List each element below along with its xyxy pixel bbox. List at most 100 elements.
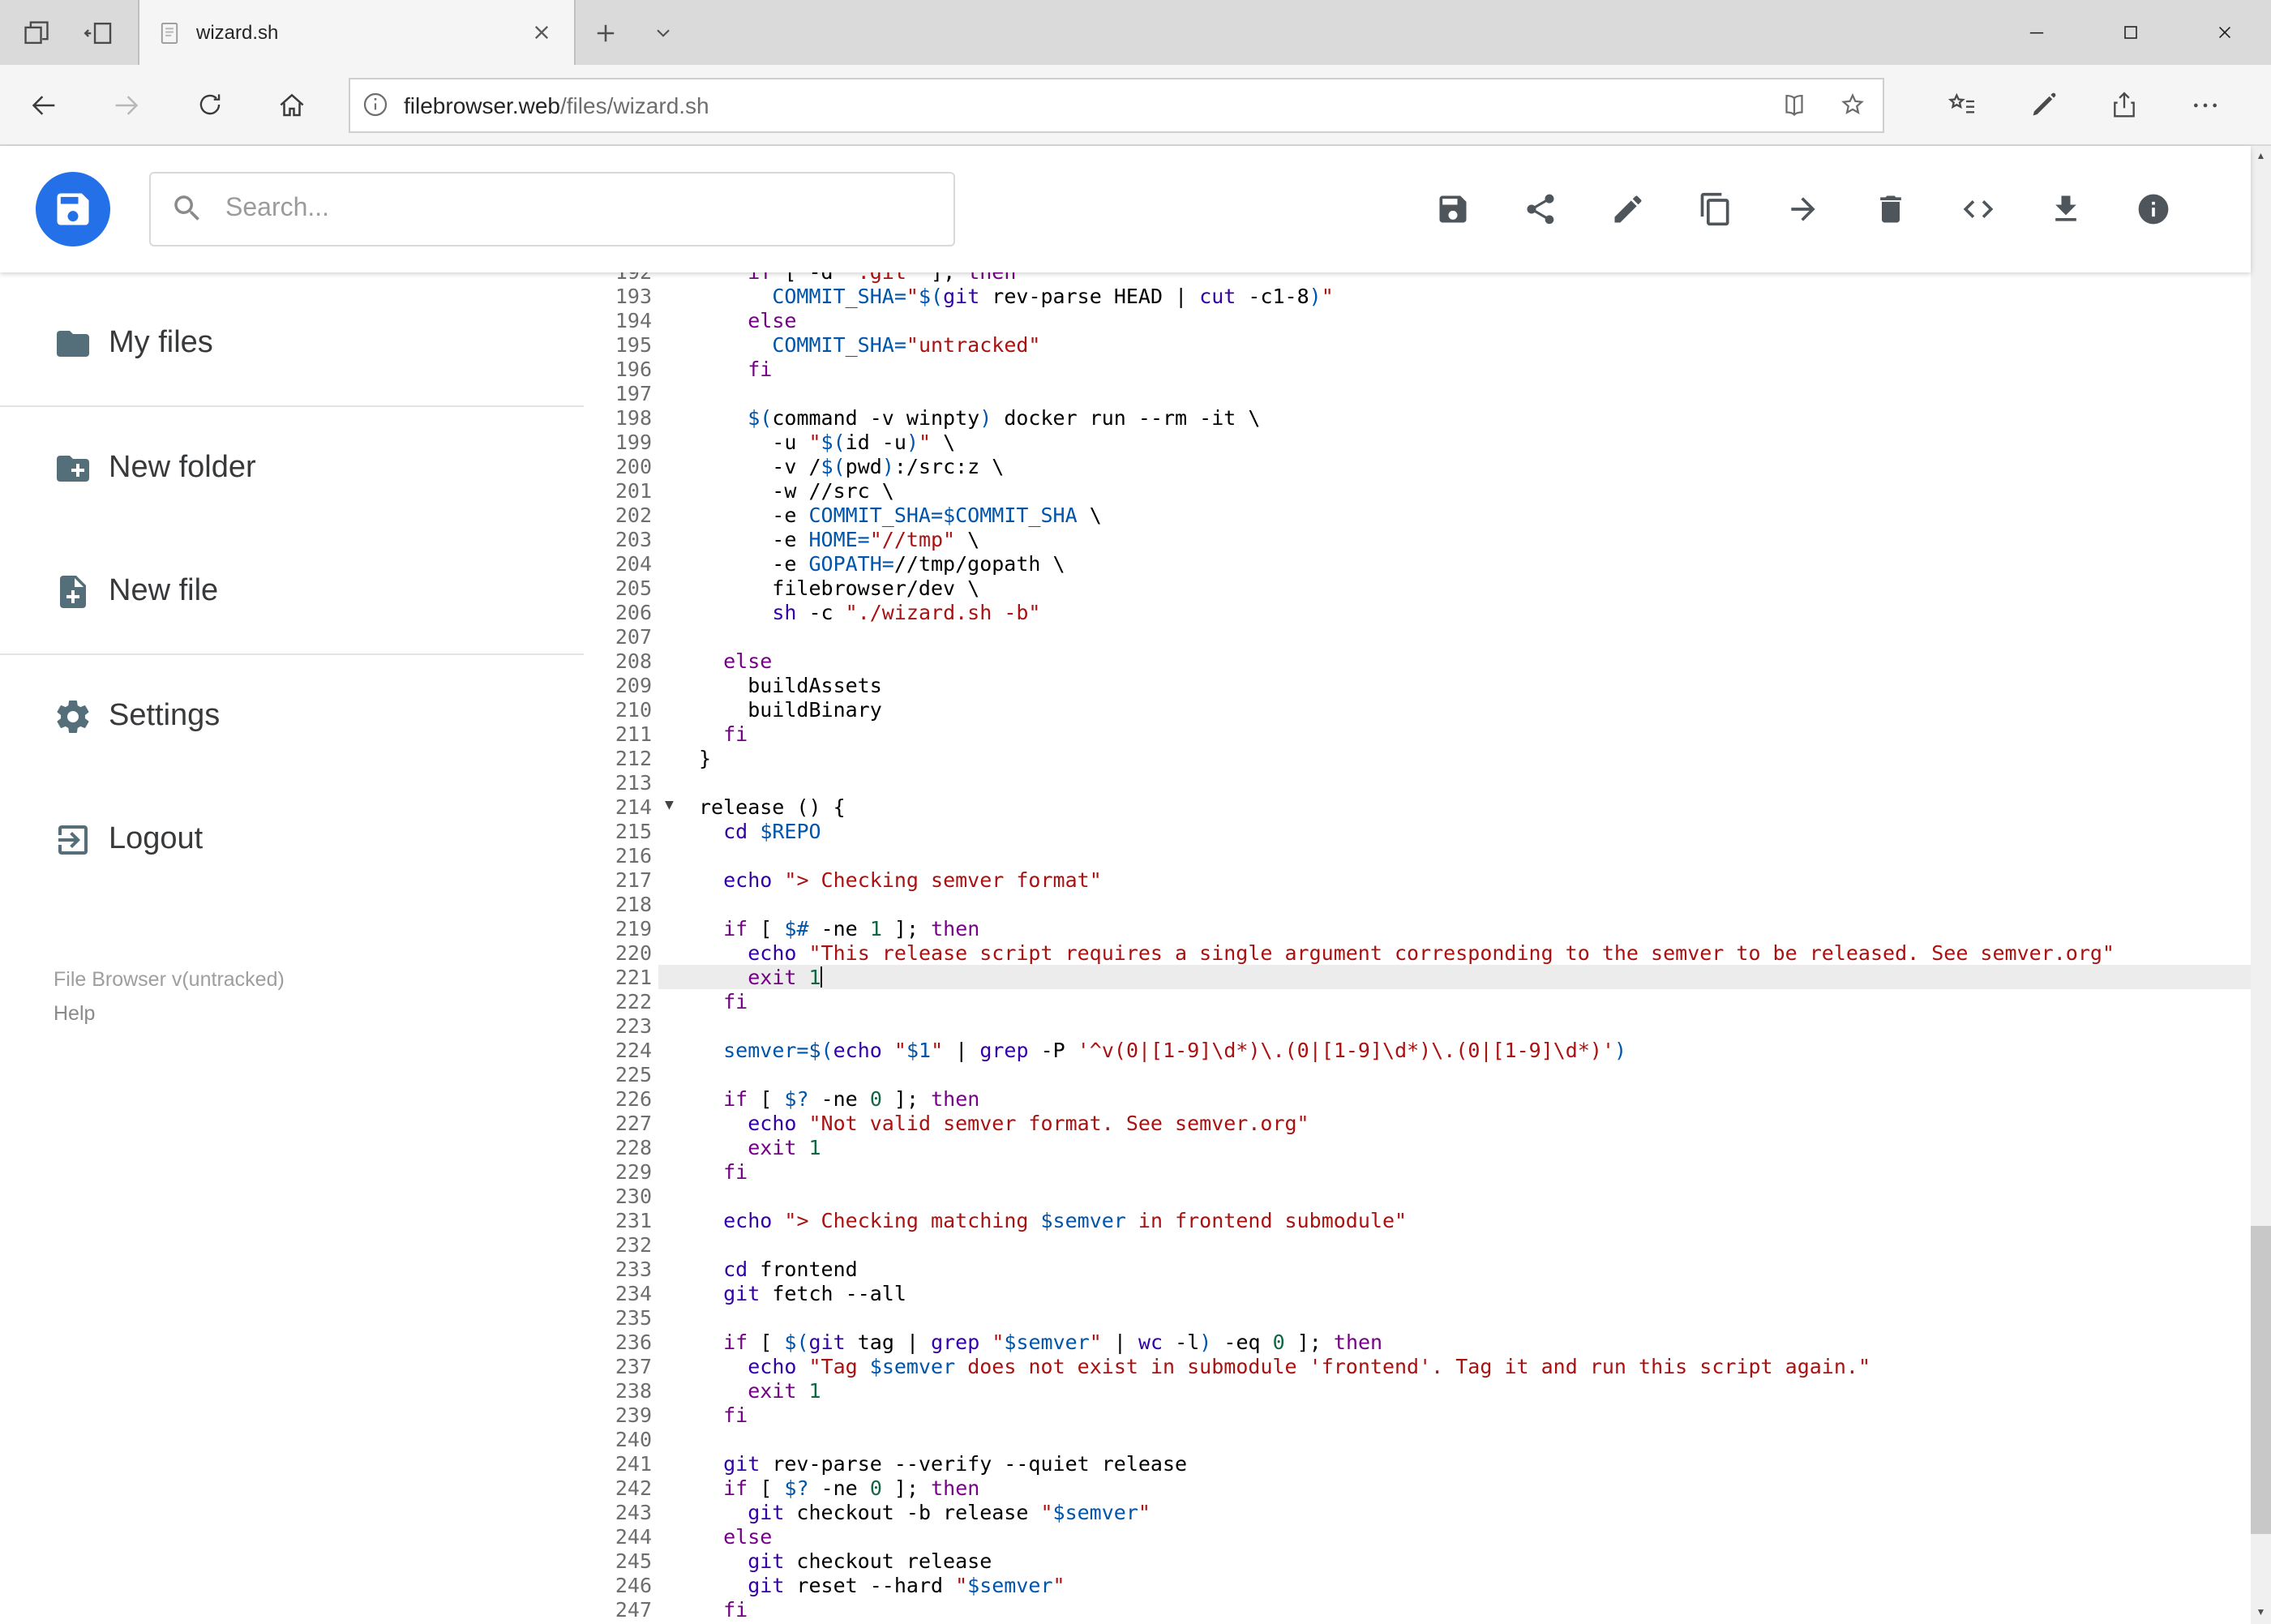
code-line-219[interactable]: 219 if [ $# -ne 1 ]; then	[584, 916, 2251, 941]
filebrowser-logo[interactable]	[36, 172, 110, 246]
code-line-233[interactable]: 233 cd frontend	[584, 1257, 2251, 1281]
code-line-223[interactable]: 223	[584, 1013, 2251, 1038]
code-line-244[interactable]: 244 else	[584, 1524, 2251, 1549]
code-line-197[interactable]: 197	[584, 381, 2251, 405]
scrollbar-up-icon[interactable]: ▲	[2251, 146, 2271, 167]
code-line-210[interactable]: 210 buildBinary	[584, 697, 2251, 722]
code-line-205[interactable]: 205 filebrowser/dev \	[584, 576, 2251, 600]
code-line-195[interactable]: 195 COMMIT_SHA="untracked"	[584, 332, 2251, 357]
code-line-201[interactable]: 201 -w //src \	[584, 478, 2251, 503]
code-line-247[interactable]: 247 fi	[584, 1597, 2251, 1622]
code-line-194[interactable]: 194 else	[584, 308, 2251, 332]
minimize-button[interactable]	[1989, 0, 2083, 65]
back-button[interactable]	[11, 72, 76, 137]
share-button[interactable]	[1521, 190, 1560, 229]
code-line-196[interactable]: 196 fi	[584, 357, 2251, 381]
code-line-209[interactable]: 209 buildAssets	[584, 673, 2251, 697]
code-line-224[interactable]: 224 semver=$(echo "$1" | grep -P '^v(0|[…	[584, 1038, 2251, 1062]
sidebar-item-logout[interactable]: Logout	[0, 778, 584, 902]
code-line-215[interactable]: 215 cd $REPO	[584, 819, 2251, 843]
tabs-set-aside-button[interactable]	[10, 6, 62, 58]
code-line-217[interactable]: 217 echo "> Checking semver format"	[584, 868, 2251, 892]
code-line-226[interactable]: 226 if [ $? -ne 0 ]; then	[584, 1086, 2251, 1111]
code-line-216[interactable]: 216	[584, 843, 2251, 868]
code-line-220[interactable]: 220 echo "This release script requires a…	[584, 941, 2251, 965]
share-button[interactable]	[2092, 72, 2157, 137]
download-button[interactable]	[2046, 190, 2085, 229]
copy-button[interactable]	[1696, 190, 1735, 229]
code-line-242[interactable]: 242 if [ $? -ne 0 ]; then	[584, 1476, 2251, 1500]
sidebar-item-new-folder[interactable]: New folder	[0, 407, 584, 530]
home-button[interactable]	[259, 72, 324, 137]
code-line-230[interactable]: 230	[584, 1184, 2251, 1208]
reading-view-button[interactable]	[1769, 80, 1818, 129]
scrollbar-thumb[interactable]	[2251, 1226, 2271, 1534]
sidebar-item-settings[interactable]: Settings	[0, 655, 584, 778]
code-line-245[interactable]: 245 git checkout release	[584, 1549, 2251, 1573]
favorite-button[interactable]	[1828, 80, 1876, 129]
code-line-208[interactable]: 208 else	[584, 649, 2251, 673]
close-window-button[interactable]	[2177, 0, 2271, 65]
scrollbar-down-icon[interactable]: ▼	[2251, 1603, 2271, 1624]
info-button[interactable]	[2134, 190, 2173, 229]
code-line-235[interactable]: 235	[584, 1305, 2251, 1330]
maximize-button[interactable]	[2083, 0, 2177, 65]
code-line-222[interactable]: 222 fi	[584, 989, 2251, 1013]
code-line-212[interactable]: 212}	[584, 746, 2251, 770]
code-line-200[interactable]: 200 -v /$(pwd):/src:z \	[584, 454, 2251, 478]
web-notes-button[interactable]	[2011, 72, 2076, 137]
tab-preview-button[interactable]	[634, 0, 692, 65]
code-line-207[interactable]: 207	[584, 624, 2251, 649]
code-line-221[interactable]: 221 exit 1	[584, 965, 2251, 989]
page-scrollbar[interactable]: ▲ ▼	[2251, 146, 2271, 1624]
code-line-225[interactable]: 225	[584, 1062, 2251, 1086]
delete-button[interactable]	[1871, 190, 1910, 229]
more-options-button[interactable]	[2173, 72, 2238, 137]
sidebar-item-my-files[interactable]: My files	[0, 282, 584, 405]
save-button[interactable]	[1433, 190, 1472, 229]
tab-close-button[interactable]	[525, 16, 558, 49]
code-line-213[interactable]: 213	[584, 770, 2251, 795]
address-bar[interactable]: filebrowser.web/files/wizard.sh	[349, 77, 1884, 132]
code-line-239[interactable]: 239 fi	[584, 1403, 2251, 1427]
code-line-206[interactable]: 206 sh -c "./wizard.sh -b"	[584, 600, 2251, 624]
sidebar-item-new-file[interactable]: New file	[0, 530, 584, 653]
new-tab-button[interactable]	[576, 0, 634, 65]
code-line-228[interactable]: 228 exit 1	[584, 1135, 2251, 1159]
set-tabs-aside-button[interactable]	[71, 6, 123, 58]
code-line-241[interactable]: 241 git rev-parse --verify --quiet relea…	[584, 1451, 2251, 1476]
browser-tab[interactable]: wizard.sh	[138, 0, 576, 65]
code-line-246[interactable]: 246 git reset --hard "$semver"	[584, 1573, 2251, 1597]
code-line-192[interactable]: 192 if [ -d ".git" ]; then	[584, 272, 2251, 284]
code-line-243[interactable]: 243 git checkout -b release "$semver"	[584, 1500, 2251, 1524]
code-line-236[interactable]: 236 if [ $(git tag | grep "$semver" | wc…	[584, 1330, 2251, 1354]
code-line-238[interactable]: 238 exit 1	[584, 1378, 2251, 1403]
code-line-240[interactable]: 240	[584, 1427, 2251, 1451]
code-button[interactable]	[1959, 190, 1998, 229]
code-line-227[interactable]: 227 echo "Not valid semver format. See s…	[584, 1111, 2251, 1135]
code-line-214[interactable]: 214 ▼ release () {	[584, 795, 2251, 819]
code-line-231[interactable]: 231 echo "> Checking matching $semver in…	[584, 1208, 2251, 1232]
code-line-218[interactable]: 218	[584, 892, 2251, 916]
code-line-229[interactable]: 229 fi	[584, 1159, 2251, 1184]
code-line-203[interactable]: 203 -e HOME="//tmp" \	[584, 527, 2251, 551]
refresh-button[interactable]	[177, 72, 242, 137]
code-line-204[interactable]: 204 -e GOPATH=//tmp/gopath \	[584, 551, 2251, 576]
hub-button[interactable]	[1930, 72, 1995, 137]
forward-button[interactable]	[94, 72, 159, 137]
move-button[interactable]	[1784, 190, 1823, 229]
code-line-193[interactable]: 193 COMMIT_SHA="$(git rev-parse HEAD | c…	[584, 284, 2251, 308]
code-line-232[interactable]: 232	[584, 1232, 2251, 1257]
code-line-211[interactable]: 211 fi	[584, 722, 2251, 746]
code-line-237[interactable]: 237 echo "Tag $semver does not exist in …	[584, 1354, 2251, 1378]
code-line-198[interactable]: 198 $(command -v winpty) docker run --rm…	[584, 405, 2251, 430]
edit-button[interactable]	[1609, 190, 1648, 229]
help-link[interactable]: Help	[54, 1002, 584, 1025]
search-input[interactable]	[149, 172, 955, 246]
code-line-234[interactable]: 234 git fetch --all	[584, 1281, 2251, 1305]
code-editor[interactable]: 192 if [ -d ".git" ]; then193 COMMIT_SHA…	[584, 272, 2251, 1624]
code-line-202[interactable]: 202 -e COMMIT_SHA=$COMMIT_SHA \	[584, 503, 2251, 527]
code-line-199[interactable]: 199 -u "$(id -u)" \	[584, 430, 2251, 454]
fold-arrow-icon[interactable]: ▼	[658, 795, 699, 819]
